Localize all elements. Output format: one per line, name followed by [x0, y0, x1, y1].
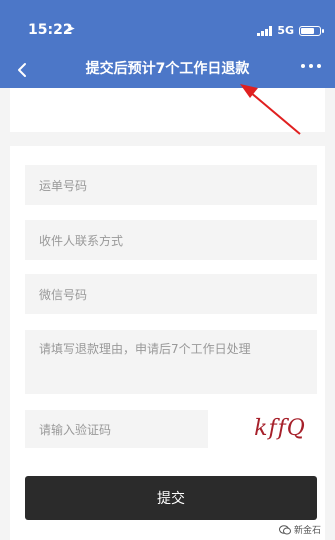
location-arrow-icon: ➤: [66, 22, 76, 35]
tracking-number-input[interactable]: 运单号码: [25, 165, 317, 205]
watermark-text: 新金石: [293, 526, 321, 536]
dot-icon: [309, 64, 313, 68]
submit-button[interactable]: 提交: [25, 476, 317, 520]
page-gutter-left: [0, 88, 10, 540]
section-divider: [0, 132, 335, 146]
app-header: 15:22 ➤ 5G 提交后预计7个工作日退款: [0, 0, 335, 88]
recipient-contact-input[interactable]: 收件人联系方式: [25, 220, 317, 260]
back-button[interactable]: [12, 60, 32, 80]
page-title: 提交后预计7个工作日退款: [85, 61, 250, 77]
dot-icon: [317, 64, 321, 68]
signal-icon: [257, 25, 273, 36]
network-label: 5G: [277, 24, 294, 37]
wechat-id-input[interactable]: 微信号码: [25, 274, 317, 314]
dot-icon: [301, 64, 305, 68]
chevron-left-icon: [18, 63, 26, 77]
watermark: 新金石: [278, 523, 321, 536]
refund-reason-textarea[interactable]: 请填写退款理由，申请后7个工作日处理: [25, 330, 317, 394]
page-gutter-right: [325, 88, 335, 540]
captcha-image[interactable]: kffQ: [250, 410, 310, 446]
status-indicators: 5G: [257, 24, 324, 37]
wechat-logo-icon: [278, 524, 291, 534]
top-card: [10, 88, 325, 132]
battery-icon: [299, 25, 324, 36]
verification-code-input[interactable]: 请输入验证码: [25, 410, 208, 448]
more-options-button[interactable]: [301, 64, 321, 68]
